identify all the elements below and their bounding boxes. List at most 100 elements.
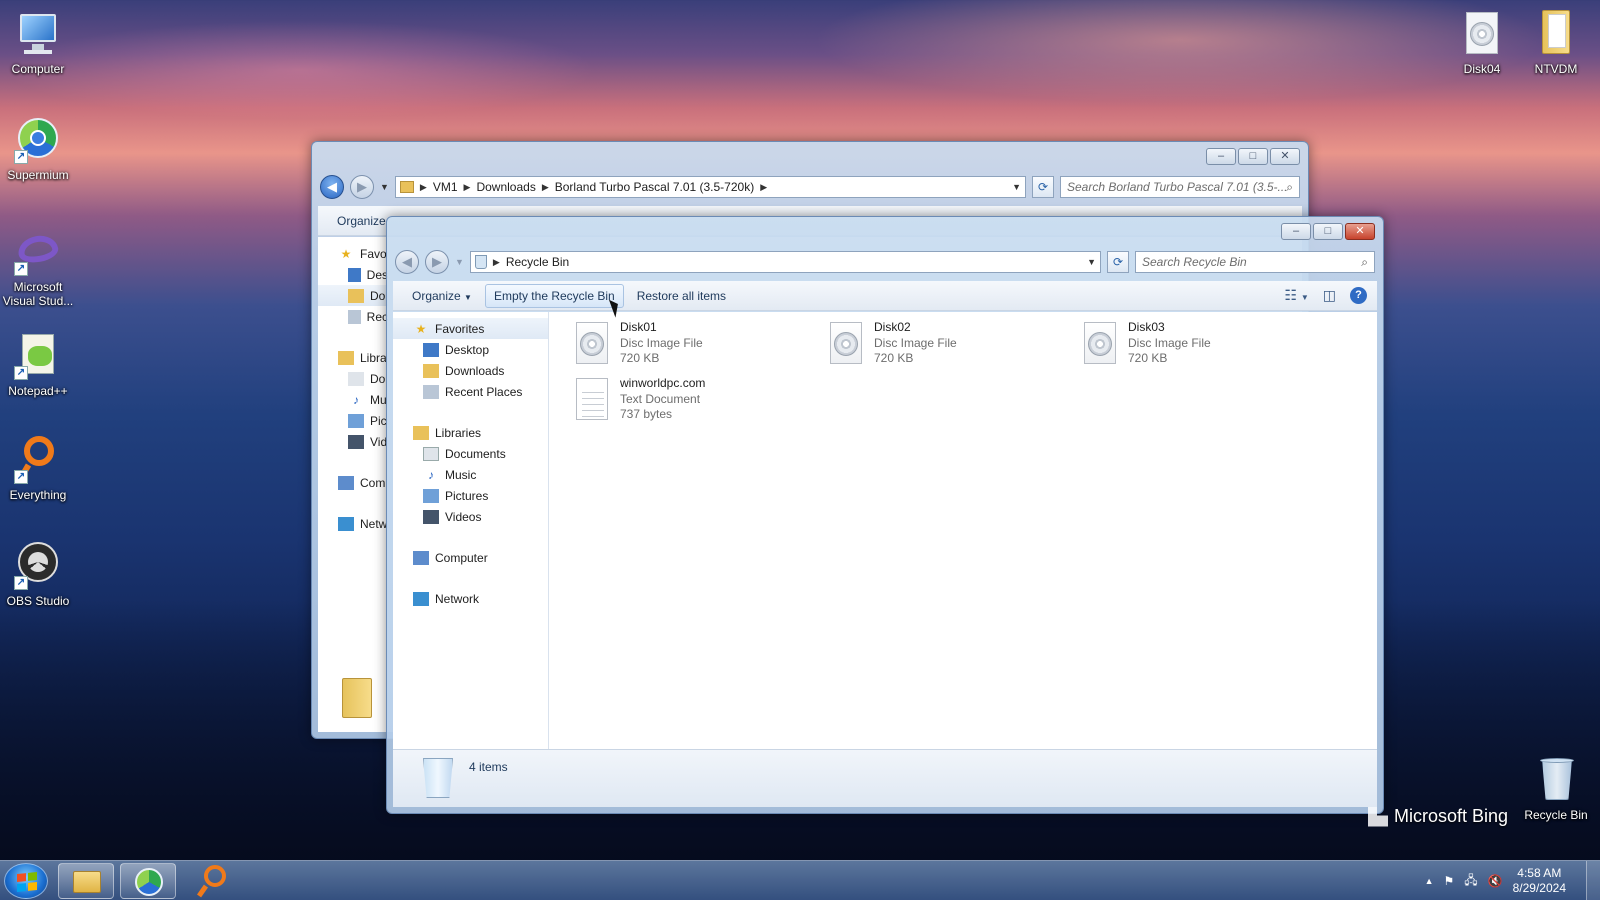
address-dropdown-icon[interactable]: ▼ bbox=[1012, 182, 1021, 192]
minimize-button[interactable]: – bbox=[1281, 223, 1311, 240]
address-bar[interactable]: ▶ Recycle Bin ▼ bbox=[469, 251, 1101, 273]
item-count: 4 items bbox=[469, 760, 508, 774]
nav-item-desktop[interactable]: Des bbox=[318, 264, 388, 285]
address-dropdown-icon[interactable]: ▼ bbox=[1087, 257, 1096, 267]
file-list: Disk01 Disc Image File 720 KB Disk02 Dis… bbox=[550, 312, 1377, 749]
desktop-icon-ntvdm[interactable]: NTVDM bbox=[1514, 10, 1598, 76]
folder-icon bbox=[342, 678, 372, 718]
nav-item-downloads[interactable]: Do bbox=[318, 285, 388, 306]
videos-icon bbox=[348, 434, 364, 449]
nav-item-documents[interactable]: Documents bbox=[393, 443, 548, 464]
preview-pane-icon[interactable]: ◫ bbox=[1323, 287, 1336, 304]
file-item-disk02[interactable]: Disk02 Disc Image File 720 KB bbox=[826, 320, 1066, 372]
taskbar-explorer-button[interactable] bbox=[58, 863, 114, 899]
start-button[interactable] bbox=[4, 863, 48, 899]
pictures-icon bbox=[348, 413, 364, 428]
videos-icon bbox=[423, 509, 439, 524]
nav-item-computer[interactable]: Com bbox=[318, 472, 388, 493]
desktop-icon-supermium[interactable]: ↗ Supermium bbox=[0, 116, 80, 182]
change-view-icon[interactable]: ☷ ▼ bbox=[1284, 287, 1308, 304]
forward-arrow-button[interactable]: ▶ bbox=[350, 175, 374, 199]
breadcrumb-vm1[interactable]: VM1 bbox=[433, 180, 458, 194]
restore-all-items-button[interactable]: Restore all items bbox=[628, 284, 735, 308]
nav-item-documents[interactable]: Do bbox=[318, 368, 388, 389]
close-button[interactable]: ✕ bbox=[1345, 223, 1375, 240]
everything-search-icon bbox=[204, 865, 226, 887]
volume-muted-icon[interactable]: 🔇 bbox=[1488, 874, 1503, 888]
nav-item-favorites[interactable]: ★ Favo bbox=[318, 243, 388, 264]
show-hidden-icons-icon[interactable]: ▲ bbox=[1425, 876, 1434, 886]
nav-item-libraries[interactable]: Libra bbox=[318, 347, 388, 368]
windows-logo-icon bbox=[17, 871, 37, 893]
breadcrumb-recycle-bin[interactable]: Recycle Bin bbox=[506, 255, 569, 269]
recent-places-icon bbox=[423, 384, 439, 399]
refresh-button[interactable]: ⟳ bbox=[1032, 176, 1054, 198]
minimize-button[interactable]: – bbox=[1206, 148, 1236, 165]
nav-item-pictures[interactable]: Pic bbox=[318, 410, 388, 431]
recycle-toolbar: Organize ▼ Empty the Recycle Bin Restore… bbox=[393, 281, 1377, 311]
nav-item-music[interactable]: ♪ Music bbox=[393, 464, 548, 485]
recent-pages-dropdown-icon[interactable]: ▼ bbox=[380, 182, 389, 192]
file-item-disk01[interactable]: Disk01 Disc Image File 720 KB bbox=[572, 320, 812, 372]
nav-item-desktop[interactable]: Desktop bbox=[393, 339, 548, 360]
taskbar-everything-button[interactable] bbox=[196, 865, 228, 898]
desktop-icon-computer[interactable]: Computer bbox=[0, 10, 80, 76]
nav-item-recent[interactable]: Rec bbox=[318, 306, 388, 327]
explorer-window-recycle-bin[interactable]: – □ ✕ ◀ ▶ ▼ ▶ Recycle Bin ▼ ⟳ Search Rec… bbox=[386, 216, 1384, 814]
nav-item-computer[interactable]: Computer bbox=[393, 547, 548, 568]
clock[interactable]: 4:58 AM 8/29/2024 bbox=[1513, 866, 1566, 896]
text-document-icon bbox=[572, 376, 612, 424]
file-item-winworldpc[interactable]: winworldpc.com Text Document 737 bytes bbox=[572, 376, 812, 428]
back-arrow-button[interactable]: ◀ bbox=[395, 250, 419, 274]
desktop-icon-notepadpp[interactable]: ↗ Notepad++ bbox=[0, 332, 80, 398]
search-icon: ⌕ bbox=[1361, 254, 1368, 269]
file-item-disk03[interactable]: Disk03 Disc Image File 720 KB bbox=[1080, 320, 1320, 372]
recycle-nav-row: ◀ ▶ ▼ ▶ Recycle Bin ▼ ⟳ Search Recycle B… bbox=[395, 249, 1375, 275]
folder-icon bbox=[399, 181, 414, 193]
nav-item-downloads[interactable]: Downloads bbox=[393, 360, 548, 381]
desktop-icon-visual-studio[interactable]: ↗ Microsoft Visual Stud... bbox=[0, 228, 80, 308]
desktop-icon-everything[interactable]: ↗ Everything bbox=[0, 436, 80, 502]
breadcrumb-downloads[interactable]: Downloads bbox=[476, 180, 535, 194]
window-controls: – □ ✕ bbox=[1281, 223, 1375, 240]
nav-item-music[interactable]: ♪ Mu bbox=[318, 389, 388, 410]
organize-button[interactable]: Organize ▼ bbox=[403, 284, 481, 308]
desktop-icon-disk04[interactable]: Disk04 bbox=[1440, 10, 1524, 76]
network-status-icon[interactable]: 🖧 bbox=[1464, 871, 1477, 892]
close-button[interactable]: ✕ bbox=[1270, 148, 1300, 165]
recent-pages-dropdown-icon[interactable]: ▼ bbox=[455, 257, 464, 267]
breadcrumb-borland[interactable]: Borland Turbo Pascal 7.01 (3.5-720k) bbox=[555, 180, 754, 194]
nav-item-favorites[interactable]: ★ Favorites bbox=[393, 318, 548, 339]
action-center-flag-icon[interactable]: ⚑ bbox=[1444, 874, 1455, 888]
nav-item-videos[interactable]: Vid bbox=[318, 431, 388, 452]
nav-item-network[interactable]: Netw bbox=[318, 513, 388, 534]
music-icon: ♪ bbox=[428, 467, 434, 482]
search-input[interactable]: Search Recycle Bin ⌕ bbox=[1135, 251, 1375, 273]
taskbar-supermium-button[interactable] bbox=[120, 863, 176, 899]
desktop-icon-obs[interactable]: ↗ OBS Studio bbox=[0, 542, 80, 608]
maximize-button[interactable]: □ bbox=[1238, 148, 1268, 165]
nav-item-pictures[interactable]: Pictures bbox=[393, 485, 548, 506]
empty-recycle-bin-button[interactable]: Empty the Recycle Bin bbox=[484, 283, 624, 308]
desktop-icon-recycle-bin[interactable]: Recycle Bin bbox=[1514, 756, 1598, 822]
forward-arrow-button[interactable]: ▶ bbox=[425, 250, 449, 274]
back-window-nav-row: ◀ ▶ ▼ ▶ VM1 ▶ Downloads ▶ Borland Turbo … bbox=[320, 174, 1300, 200]
show-desktop-button[interactable] bbox=[1586, 861, 1600, 900]
back-window-nav-pane: ★ Favo Des Do Rec Libra Do ♪ Mu Pic Vid Co… bbox=[318, 237, 388, 534]
disc-image-file-icon bbox=[1080, 320, 1120, 368]
nav-item-recent-places[interactable]: Recent Places bbox=[393, 381, 548, 402]
address-bar[interactable]: ▶ VM1 ▶ Downloads ▶ Borland Turbo Pascal… bbox=[394, 176, 1026, 198]
nav-item-libraries[interactable]: Libraries bbox=[393, 422, 548, 443]
shortcut-arrow-icon: ↗ bbox=[14, 150, 28, 164]
documents-icon bbox=[423, 446, 439, 461]
star-icon: ★ bbox=[340, 246, 352, 261]
maximize-button[interactable]: □ bbox=[1313, 223, 1343, 240]
disc-image-file-icon bbox=[572, 320, 612, 368]
search-input[interactable]: Search Borland Turbo Pascal 7.01 (3.5-..… bbox=[1060, 176, 1300, 198]
back-arrow-button[interactable]: ◀ bbox=[320, 175, 344, 199]
help-icon[interactable]: ? bbox=[1350, 287, 1367, 304]
refresh-button[interactable]: ⟳ bbox=[1107, 251, 1129, 273]
nav-item-network[interactable]: Network bbox=[393, 588, 548, 609]
nav-item-videos[interactable]: Videos bbox=[393, 506, 548, 527]
organize-button[interactable]: Organize bbox=[328, 209, 395, 233]
